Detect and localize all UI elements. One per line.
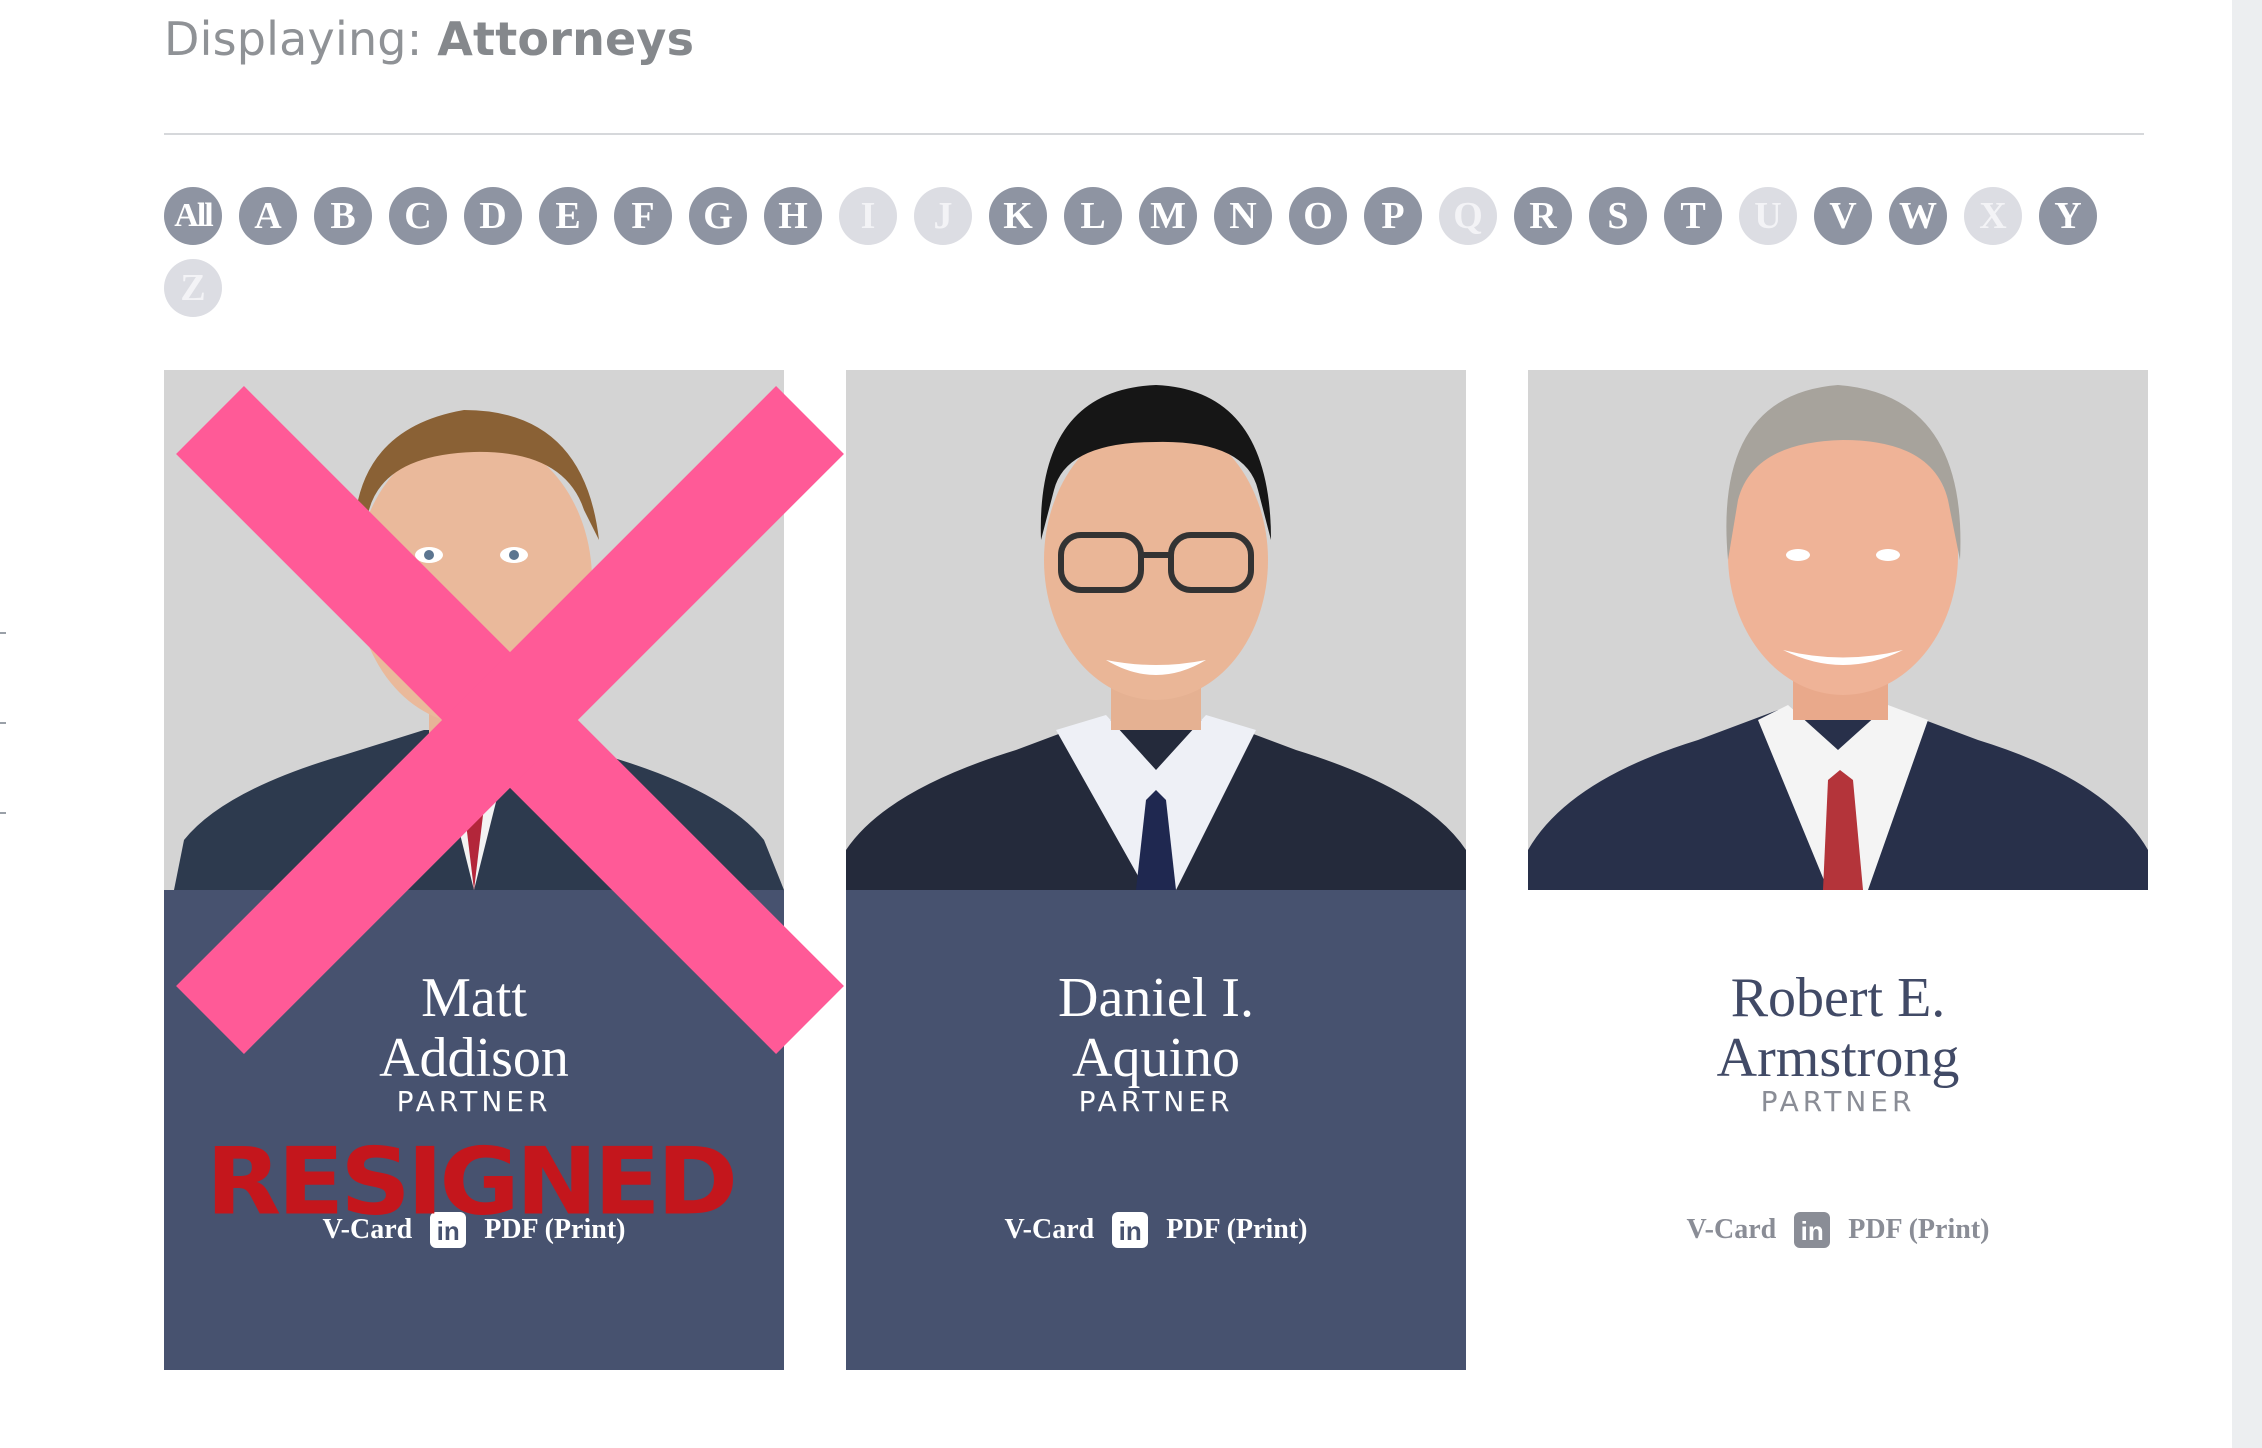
letter-filter-c[interactable]: C	[389, 187, 447, 245]
displaying-heading: Displaying: Attorneys	[164, 12, 694, 66]
letter-filter-t[interactable]: T	[1664, 187, 1722, 245]
letter-filter-g[interactable]: G	[689, 187, 747, 245]
letter-filter-e[interactable]: E	[539, 187, 597, 245]
letter-filter-v[interactable]: V	[1814, 187, 1872, 245]
attorney-name-line1[interactable]: Matt	[164, 968, 784, 1028]
letter-filter-f[interactable]: F	[614, 187, 672, 245]
attorney-name-line1[interactable]: Daniel I.	[846, 968, 1466, 1028]
pdf-print-link[interactable]: PDF (Print)	[1848, 1214, 1989, 1246]
attorney-photo[interactable]	[846, 370, 1466, 890]
letter-filter-b[interactable]: B	[314, 187, 372, 245]
page-right-edge	[2232, 0, 2262, 1448]
letter-filter-y[interactable]: Y	[2039, 187, 2097, 245]
letter-filter-r[interactable]: R	[1514, 187, 1572, 245]
attorney-name-line2[interactable]: Addison	[164, 1028, 784, 1088]
letter-filter-n[interactable]: N	[1214, 187, 1272, 245]
letter-filter-p[interactable]: P	[1364, 187, 1422, 245]
attorney-name[interactable]: Robert E. Armstrong	[1528, 968, 2148, 1088]
header-divider	[164, 133, 2144, 135]
vcard-link[interactable]: V-Card	[1687, 1214, 1777, 1246]
attorney-title: PARTNER	[396, 1085, 552, 1118]
attorney-photo[interactable]	[164, 370, 784, 890]
attorney-name-line1[interactable]: Robert E.	[1528, 968, 2148, 1028]
letter-filter-u: U	[1739, 187, 1797, 245]
letter-filter-d[interactable]: D	[464, 187, 522, 245]
letter-filter-all[interactable]: All	[164, 187, 222, 245]
letter-filter-s[interactable]: S	[1589, 187, 1647, 245]
linkedin-icon[interactable]: in	[1112, 1212, 1149, 1248]
letter-filter-x: X	[1964, 187, 2022, 245]
attorney-name-line2[interactable]: Armstrong	[1528, 1028, 2148, 1088]
pdf-print-link[interactable]: PDF (Print)	[1166, 1214, 1307, 1246]
letter-filter-a[interactable]: A	[239, 187, 297, 245]
attorney-photo[interactable]	[1528, 370, 2148, 890]
attorney-info-panel: Daniel I. Aquino PARTNER V-Card in PDF (…	[846, 890, 1466, 1370]
letter-filter-q: Q	[1439, 187, 1497, 245]
displaying-label: Displaying:	[164, 12, 438, 66]
displaying-value: Attorneys	[437, 12, 695, 66]
letter-filter-h[interactable]: H	[764, 187, 822, 245]
attorney-name[interactable]: Matt Addison	[164, 968, 784, 1088]
letter-filter-z: Z	[164, 259, 222, 317]
attorney-name[interactable]: Daniel I. Aquino	[846, 968, 1466, 1088]
letter-filter-k[interactable]: K	[989, 187, 1047, 245]
attorney-name-line2[interactable]: Aquino	[846, 1028, 1466, 1088]
attorney-card-robert-armstrong: Robert E. Armstrong PARTNER V-Card in PD…	[1528, 370, 2148, 1370]
attorney-links: V-Card in PDF (Print)	[846, 1208, 1466, 1252]
attorney-title: PARTNER	[1760, 1085, 1916, 1118]
letter-filter-j: J	[914, 187, 972, 245]
letter-filter-i: I	[839, 187, 897, 245]
letter-filter-m[interactable]: M	[1139, 187, 1197, 245]
resigned-stamp: RESIGNED	[205, 1127, 738, 1237]
letter-filter-l[interactable]: L	[1064, 187, 1122, 245]
attorney-links: V-Card in PDF (Print)	[1528, 1208, 2148, 1252]
linkedin-icon[interactable]: in	[1794, 1212, 1831, 1248]
attorney-card-daniel-aquino: Daniel I. Aquino PARTNER V-Card in PDF (…	[846, 370, 1466, 1370]
attorney-info-panel: Robert E. Armstrong PARTNER V-Card in PD…	[1528, 890, 2148, 1370]
attorney-title: PARTNER	[1078, 1085, 1234, 1118]
vcard-link[interactable]: V-Card	[1005, 1214, 1095, 1246]
letter-filter-o[interactable]: O	[1289, 187, 1347, 245]
letter-filter-w[interactable]: W	[1889, 187, 1947, 245]
